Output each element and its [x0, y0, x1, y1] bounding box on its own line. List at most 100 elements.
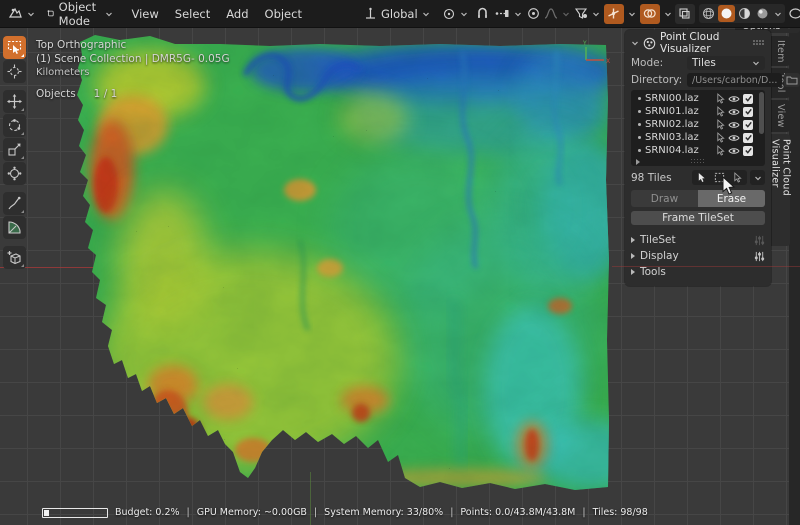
eye-visibility-icon[interactable] — [728, 121, 740, 129]
tool-annotate[interactable] — [3, 192, 26, 215]
select-box-icon — [7, 40, 22, 55]
file-checkbox[interactable] — [743, 107, 753, 117]
section-display[interactable]: Display — [631, 248, 765, 264]
tool-measure[interactable] — [3, 216, 26, 239]
section-tileset[interactable]: TileSet — [631, 232, 765, 248]
eye-visibility-icon[interactable] — [728, 147, 740, 155]
file-row[interactable]: SRNI02.laz — [633, 118, 763, 131]
show-overlays-toggle[interactable] — [638, 2, 674, 26]
annotate-pen-icon — [7, 196, 22, 211]
proportional-falloff-dropdown[interactable] — [542, 4, 572, 23]
view-name: Top Orthographic — [36, 38, 230, 52]
axis-line-artifact — [612, 266, 800, 267]
transform-orientation-dropdown[interactable]: Global — [358, 4, 436, 24]
xray-toggle[interactable] — [674, 2, 696, 26]
status-gpu-memory: GPU Memory: ~0.00GB — [197, 507, 307, 518]
browse-directory-button[interactable] — [784, 73, 800, 87]
snap-target-dropdown[interactable] — [491, 4, 525, 23]
select-arrow-icon[interactable] — [716, 132, 725, 143]
blender-window: Y X Top Orthographic (1) Scene Collectio… — [0, 0, 800, 525]
wireframe-sphere-icon — [702, 7, 715, 20]
panel-drag-grip[interactable] — [753, 40, 765, 46]
mode-label: Object Mode — [59, 0, 102, 28]
status-budget: Budget: 0.2% — [115, 507, 180, 518]
viewport-render-dropdown[interactable] — [785, 4, 800, 23]
arrow-filled-icon — [697, 172, 706, 183]
mode-dropdown[interactable]: Object Mode — [41, 0, 119, 31]
tiles-options-dropdown[interactable] — [750, 170, 765, 185]
shading-wireframe-button[interactable] — [700, 5, 717, 22]
tool-select-box[interactable] — [3, 36, 26, 59]
menu-select[interactable]: Select — [167, 4, 218, 24]
list-filter-toggle-icon[interactable] — [636, 159, 640, 165]
check-icon — [744, 107, 753, 116]
snap-toggle[interactable] — [474, 4, 491, 23]
solid-sphere-icon — [720, 7, 733, 20]
tool-transform[interactable] — [3, 162, 26, 185]
mode-select[interactable]: Tiles — [687, 56, 765, 70]
mode-row: Mode: Tiles — [631, 56, 765, 70]
editor-type-button[interactable] — [2, 3, 41, 24]
file-checkbox[interactable] — [743, 133, 753, 143]
file-row[interactable]: SRNI03.laz — [633, 131, 763, 144]
rotate-icon — [7, 118, 22, 133]
menu-object[interactable]: Object — [257, 4, 310, 24]
file-row[interactable]: SRNI00.laz — [633, 92, 763, 105]
tile-select-tools — [692, 170, 747, 185]
shading-rendered-button[interactable] — [754, 5, 771, 22]
menu-view[interactable]: View — [123, 4, 166, 24]
draw-erase-segment: Draw Erase — [631, 190, 765, 207]
menu-add[interactable]: Add — [218, 4, 256, 24]
rendered-sphere-icon — [756, 7, 769, 20]
preset-sliders-icon[interactable] — [754, 235, 765, 246]
tab-point-cloud-visualizer[interactable]: Point Cloud Visualizer — [771, 134, 790, 246]
directory-input[interactable]: /Users/carbon/D... — [687, 73, 782, 87]
shading-material-button[interactable] — [736, 5, 753, 22]
orientation-icon — [364, 7, 377, 20]
tool-scale[interactable] — [3, 138, 26, 161]
object-mode-icon — [47, 7, 55, 20]
magnet-icon — [476, 7, 489, 20]
chevron-down-icon — [562, 10, 570, 18]
list-resize-grip[interactable] — [691, 159, 706, 165]
scale-icon — [7, 142, 22, 157]
tool-cursor[interactable] — [3, 60, 26, 83]
pivot-point-dropdown[interactable] — [436, 4, 474, 24]
tile-select-all-button[interactable] — [693, 171, 710, 184]
select-arrow-icon[interactable] — [716, 145, 725, 156]
eye-visibility-icon[interactable] — [728, 134, 740, 142]
file-checkbox[interactable] — [743, 94, 753, 104]
pcv-panel: Point Cloud Visualizer Mode: Tiles Direc… — [625, 30, 771, 286]
viewport-header: Object Mode View Select Add Object Globa… — [0, 0, 800, 28]
eye-visibility-icon[interactable] — [728, 108, 740, 116]
tool-add-cube[interactable] — [3, 246, 26, 269]
file-row[interactable]: SRNI01.laz — [633, 105, 763, 118]
proportional-editing-icon — [527, 7, 540, 20]
file-checkbox[interactable] — [743, 146, 753, 156]
chevron-down-icon — [774, 10, 782, 18]
object-type-visibility-dropdown[interactable] — [572, 4, 602, 23]
list-scrollbar[interactable] — [759, 92, 764, 134]
chevron-down-icon — [754, 174, 762, 182]
check-icon — [744, 133, 753, 142]
point-dot-icon — [638, 97, 641, 100]
proportional-editing-toggle[interactable] — [525, 4, 542, 23]
draw-button[interactable]: Draw — [631, 190, 698, 207]
shading-solid-button[interactable] — [718, 5, 735, 22]
tool-rotate[interactable] — [3, 114, 26, 137]
chevron-down-icon — [664, 10, 672, 18]
select-arrow-icon[interactable] — [716, 106, 725, 117]
file-checkbox[interactable] — [743, 120, 753, 130]
select-arrow-icon[interactable] — [716, 119, 725, 130]
file-row[interactable]: SRNI04.laz — [633, 144, 763, 157]
status-points: Points: 0.0/43.8M/43.8M — [460, 507, 575, 518]
frame-tileset-button[interactable]: Frame TileSet — [631, 211, 765, 225]
pcv-panel-header[interactable]: Point Cloud Visualizer — [631, 34, 765, 52]
tab-view[interactable]: View — [771, 100, 790, 132]
eye-visibility-icon[interactable] — [728, 95, 740, 103]
tool-move[interactable] — [3, 90, 26, 113]
preset-sliders-icon[interactable] — [754, 251, 765, 262]
show-gizmo-toggle[interactable] — [602, 2, 638, 26]
tab-item[interactable]: Item — [771, 36, 790, 66]
select-arrow-icon[interactable] — [716, 93, 725, 104]
